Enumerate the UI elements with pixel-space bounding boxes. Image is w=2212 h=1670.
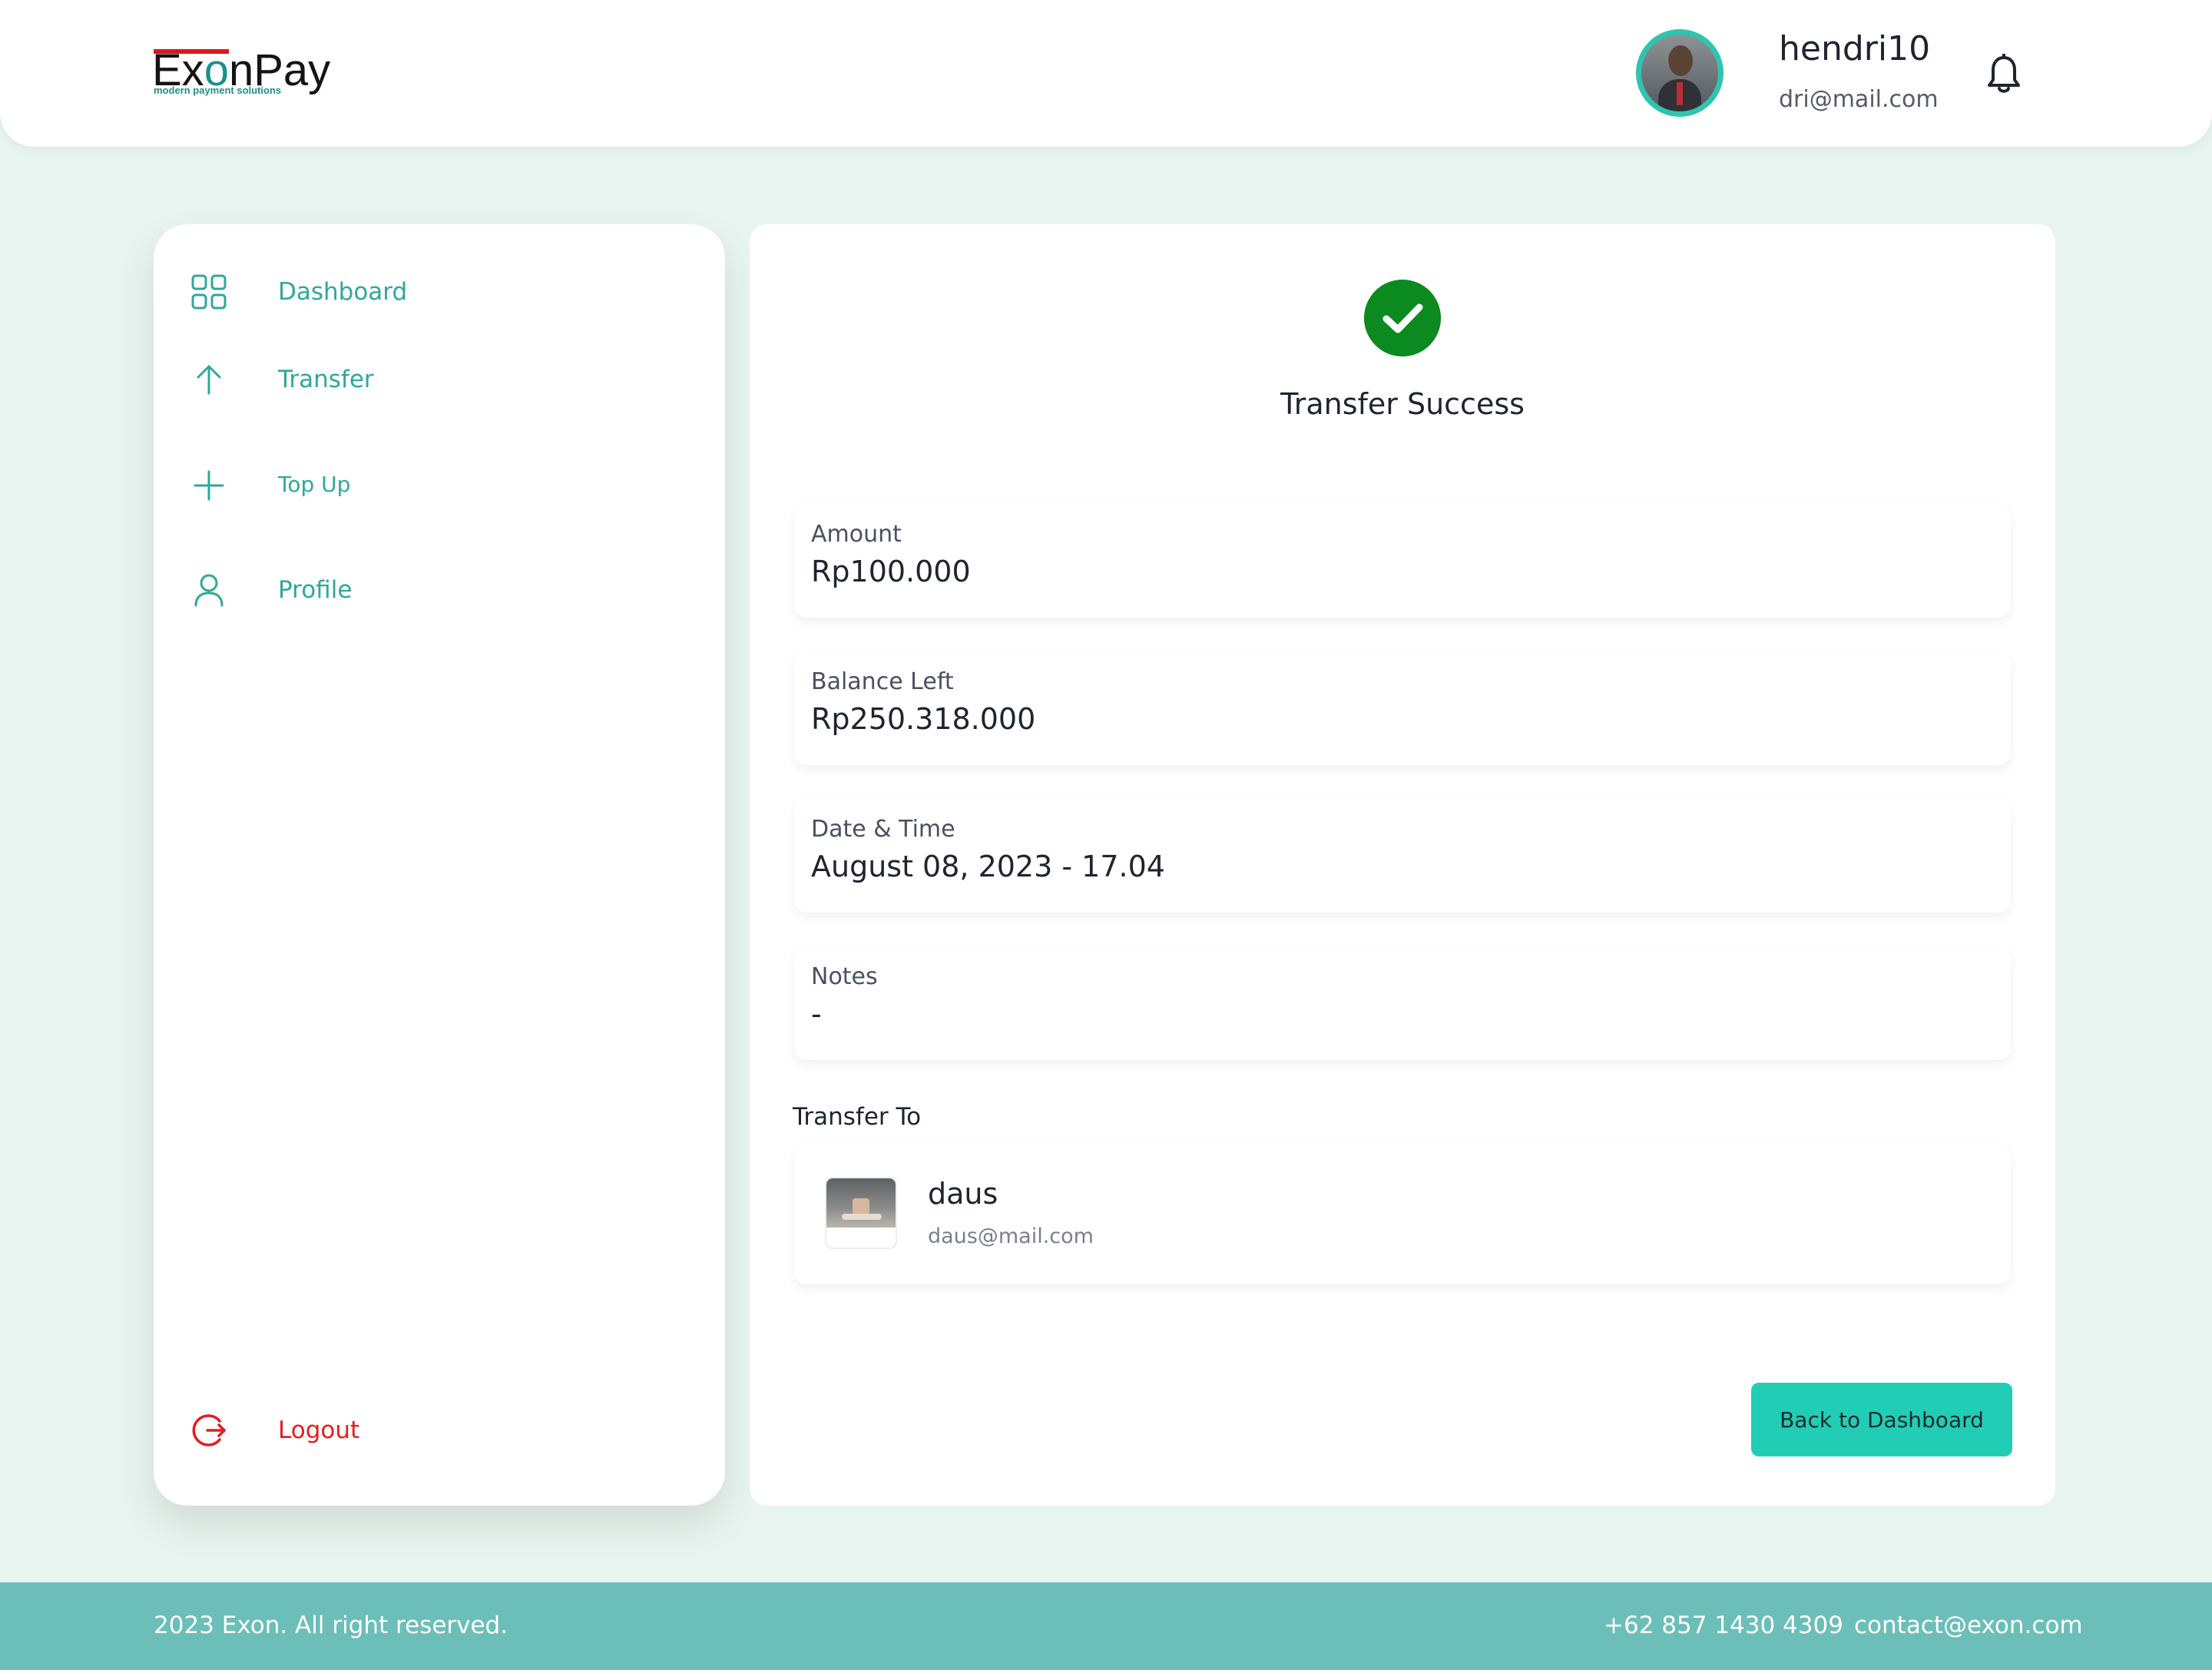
- avatar-tie: [1677, 82, 1683, 105]
- detail-card-amount: Amount Rp100.000: [794, 504, 2011, 618]
- footer-phone[interactable]: +62 857 1430 4309: [1604, 1612, 1843, 1639]
- sidebar-item-profile[interactable]: Profile: [154, 559, 725, 621]
- detail-label: Amount: [811, 521, 902, 548]
- sidebar: Dashboard Transfer Top Up Profile Logout: [154, 224, 725, 1506]
- recipient-name: daus: [928, 1177, 998, 1211]
- detail-label: Notes: [811, 963, 878, 990]
- detail-value: August 08, 2023 - 17.04: [811, 850, 1165, 883]
- exonpay-logo[interactable]: ExonPay modern payment solutions: [152, 45, 330, 103]
- logo-tagline: modern payment solutions: [154, 84, 282, 96]
- user-icon: [194, 574, 224, 607]
- sidebar-item-label: Top Up: [278, 472, 351, 497]
- detail-value: Rp250.318.000: [811, 702, 1036, 736]
- detail-card-notes: Notes -: [794, 946, 2011, 1060]
- footer: 2023 Exon. All right reserved. +62 857 1…: [0, 1582, 2212, 1670]
- avatar-head: [1668, 45, 1693, 76]
- detail-card-balance-left: Balance Left Rp250.318.000: [794, 651, 2011, 765]
- grid-icon: [191, 274, 227, 310]
- check-circle-icon: [1364, 280, 1441, 356]
- footer-email[interactable]: contact@exon.com: [1854, 1612, 2083, 1639]
- sidebar-item-label: Dashboard: [278, 278, 408, 306]
- recipient-photo-plate: [842, 1214, 882, 1220]
- bell-icon[interactable]: [1986, 54, 2022, 95]
- transfer-result-panel: Transfer Success Amount Rp100.000 Balanc…: [750, 224, 2055, 1506]
- user-avatar[interactable]: [1636, 29, 1724, 117]
- sidebar-item-transfer[interactable]: Transfer: [154, 349, 725, 410]
- recipient-email: daus@mail.com: [928, 1224, 1094, 1248]
- logout-icon: [192, 1414, 226, 1446]
- sidebar-item-label: Transfer: [278, 366, 374, 393]
- back-to-dashboard-button[interactable]: Back to Dashboard: [1751, 1383, 2012, 1456]
- header-username: hendri10: [1779, 29, 1931, 68]
- sidebar-item-label: Profile: [278, 576, 353, 604]
- recipient-avatar: [825, 1177, 897, 1249]
- arrow-up-icon: [197, 365, 221, 395]
- recipient-card: daus daus@mail.com: [794, 1145, 2011, 1284]
- page-title: Transfer Success: [1280, 387, 1525, 421]
- detail-label: Balance Left: [811, 668, 954, 695]
- detail-value: Rp100.000: [811, 555, 971, 588]
- sidebar-item-logout[interactable]: Logout: [154, 1400, 725, 1461]
- header-user-email: dri@mail.com: [1779, 86, 1939, 113]
- logout-label: Logout: [278, 1417, 360, 1444]
- plus-icon: [194, 470, 224, 501]
- footer-copyright: 2023 Exon. All right reserved.: [154, 1612, 508, 1639]
- detail-label: Date & Time: [811, 816, 955, 843]
- detail-value: -: [811, 997, 822, 1031]
- sidebar-item-top-up[interactable]: Top Up: [154, 453, 725, 515]
- detail-card-date-time: Date & Time August 08, 2023 - 17.04: [794, 799, 2011, 913]
- sidebar-item-dashboard[interactable]: Dashboard: [154, 261, 725, 323]
- transfer-to-heading: Transfer To: [793, 1103, 922, 1131]
- top-header: ExonPay modern payment solutions hendri1…: [0, 0, 2212, 147]
